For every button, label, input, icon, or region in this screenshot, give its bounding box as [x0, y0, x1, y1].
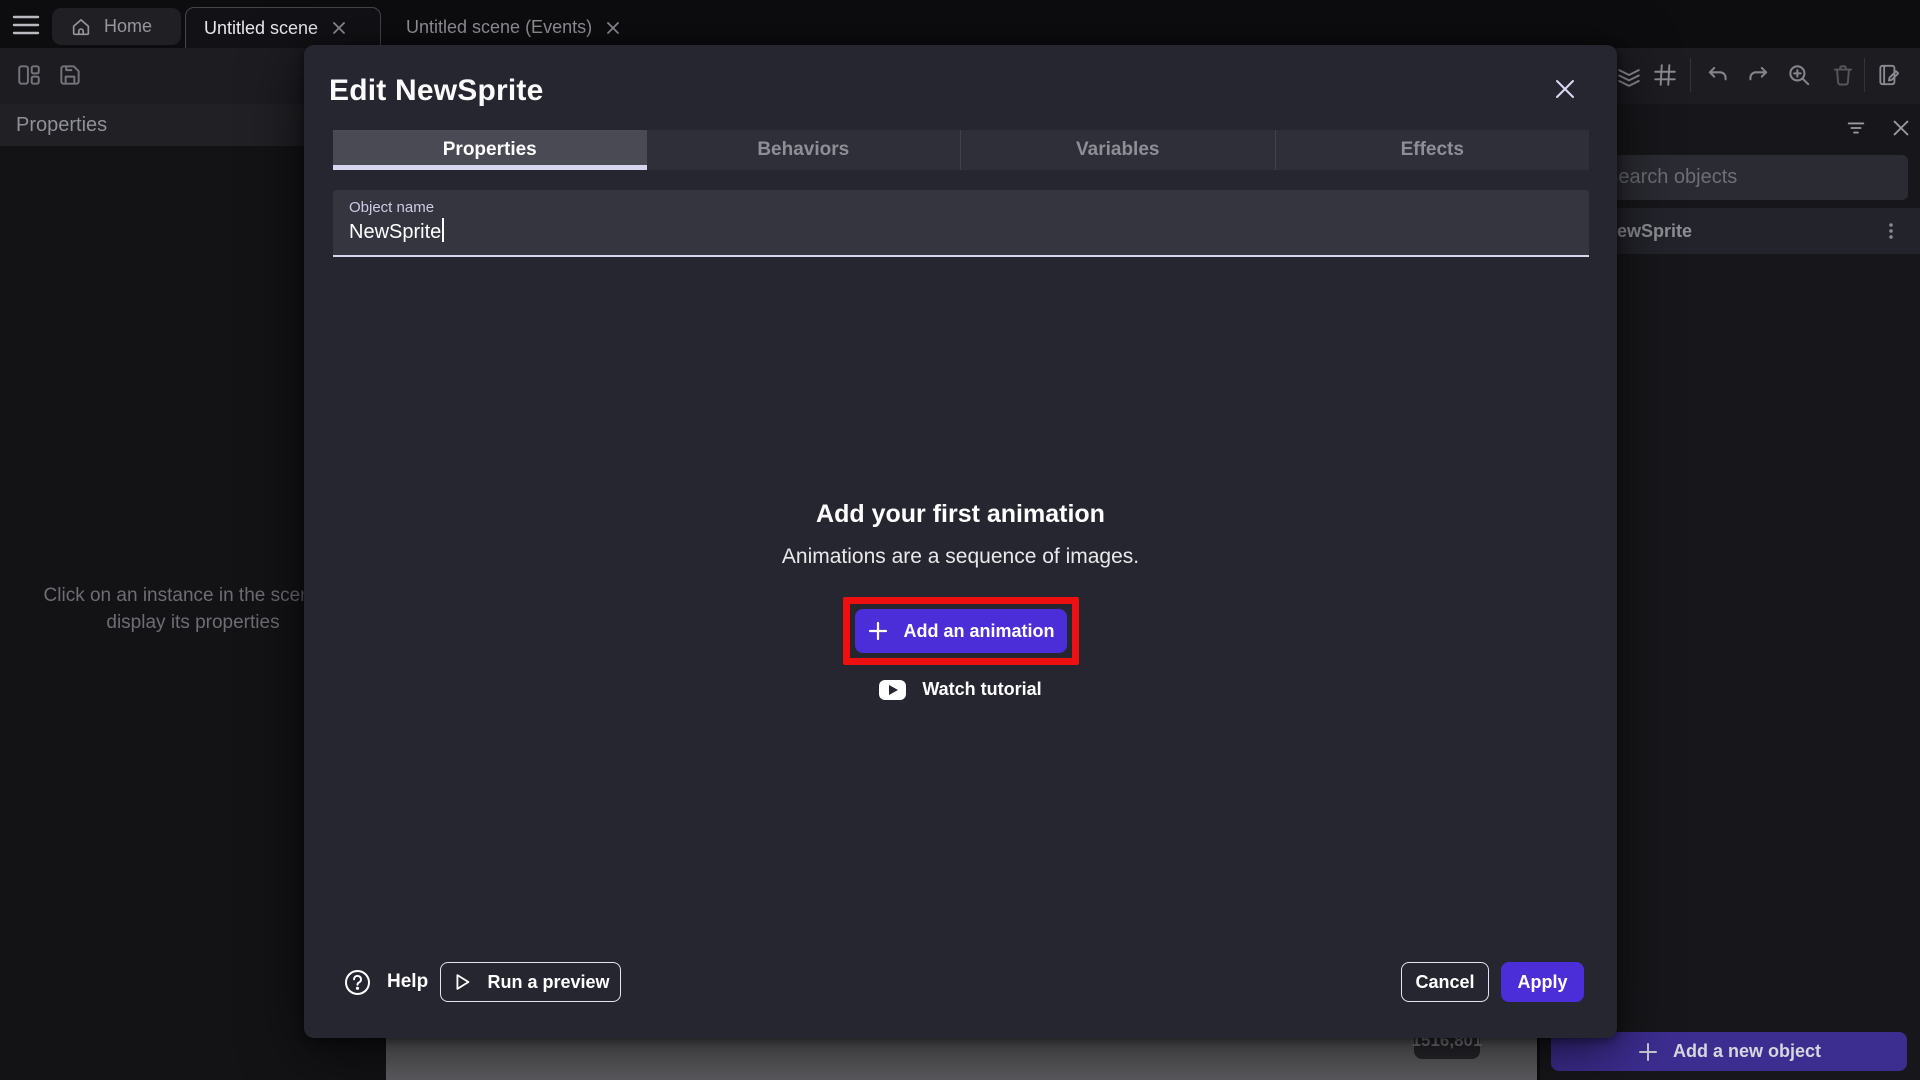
cancel-button[interactable]: Cancel	[1401, 962, 1489, 1002]
trash-icon[interactable]	[1830, 62, 1856, 88]
help-button[interactable]: Help	[344, 962, 428, 1002]
tab-effects-label: Effects	[1401, 139, 1464, 161]
hamburger-menu-icon[interactable]	[12, 12, 40, 38]
redo-icon[interactable]	[1745, 62, 1771, 88]
cancel-label: Cancel	[1415, 972, 1474, 993]
tab-variables[interactable]: Variables	[960, 130, 1275, 170]
watch-tutorial-link[interactable]: Watch tutorial	[304, 679, 1617, 700]
tab-variables-label: Variables	[1076, 139, 1159, 161]
tab-home[interactable]: Home	[52, 8, 181, 45]
toolbar-separator	[1864, 58, 1865, 92]
add-animation-label: Add an animation	[903, 621, 1054, 642]
object-menu-dots-icon[interactable]	[1880, 220, 1902, 242]
undo-icon[interactable]	[1705, 62, 1731, 88]
play-icon	[451, 971, 473, 993]
tab-behaviors-label: Behaviors	[757, 139, 849, 161]
panel-layout-icon[interactable]	[16, 62, 42, 88]
properties-panel-title: Properties	[16, 114, 107, 137]
close-panel-icon[interactable]	[1890, 117, 1912, 139]
apply-label: Apply	[1517, 972, 1567, 992]
add-animation-button[interactable]: Add an animation	[855, 609, 1067, 653]
tab-untitled-scene[interactable]: Untitled scene	[185, 7, 381, 48]
scene-edit-icon[interactable]	[1876, 62, 1902, 88]
tab-home-label: Home	[104, 16, 152, 37]
run-preview-button[interactable]: Run a preview	[440, 962, 621, 1002]
empty-state-subtitle: Animations are a sequence of images.	[304, 545, 1617, 569]
object-name-field[interactable]: Object name NewSprite	[333, 190, 1589, 257]
help-label: Help	[387, 971, 428, 993]
tab-properties-label: Properties	[443, 139, 537, 161]
close-tab-icon[interactable]	[330, 19, 348, 37]
grid-icon[interactable]	[1652, 62, 1678, 88]
close-tab-icon[interactable]	[604, 19, 622, 37]
question-circle-icon	[344, 969, 371, 996]
apply-button[interactable]: Apply	[1501, 962, 1584, 1002]
layers-icon[interactable]	[1616, 62, 1642, 88]
tab-bar: Home Untitled scene Untitled scene (Even…	[0, 0, 1920, 48]
youtube-play-icon	[879, 680, 906, 700]
tab-behaviors[interactable]: Behaviors	[647, 130, 961, 170]
tab-events-label: Untitled scene (Events)	[406, 17, 592, 38]
tab-effects[interactable]: Effects	[1275, 130, 1590, 170]
tab-untitled-scene-events[interactable]: Untitled scene (Events)	[388, 7, 663, 48]
object-name-label: NewSprite	[1604, 221, 1692, 242]
plus-icon	[866, 619, 890, 643]
text-cursor	[442, 218, 444, 242]
run-preview-label: Run a preview	[487, 972, 609, 993]
toolbar-separator	[1690, 58, 1691, 92]
home-icon	[70, 16, 92, 38]
red-highlight-annotation: Add an animation	[843, 597, 1079, 665]
dialog-tabs: Properties Behaviors Variables Effects	[333, 130, 1589, 170]
dialog-footer: Help Run a preview Cancel Apply	[304, 962, 1617, 1002]
object-name-field-label: Object name	[349, 199, 1573, 216]
plus-icon	[1637, 1041, 1659, 1063]
save-icon[interactable]	[57, 62, 83, 88]
object-name-field-value: NewSprite	[349, 221, 441, 244]
filter-icon[interactable]	[1845, 117, 1867, 139]
empty-state-heading: Add your first animation	[304, 500, 1617, 529]
tab-scene-label: Untitled scene	[204, 18, 318, 39]
animations-empty-state: Add your first animation Animations are …	[304, 500, 1617, 700]
tab-properties[interactable]: Properties	[333, 130, 647, 170]
app-root: Home Untitled scene Untitled scene (Even…	[0, 0, 1920, 1080]
add-new-object-label: Add a new object	[1673, 1041, 1821, 1062]
dialog-title: Edit NewSprite	[329, 74, 544, 108]
close-dialog-icon[interactable]	[1552, 76, 1578, 102]
watch-tutorial-label: Watch tutorial	[922, 679, 1041, 700]
edit-object-dialog: Edit NewSprite Properties Behaviors Vari…	[304, 45, 1617, 1038]
zoom-in-icon[interactable]	[1786, 62, 1812, 88]
